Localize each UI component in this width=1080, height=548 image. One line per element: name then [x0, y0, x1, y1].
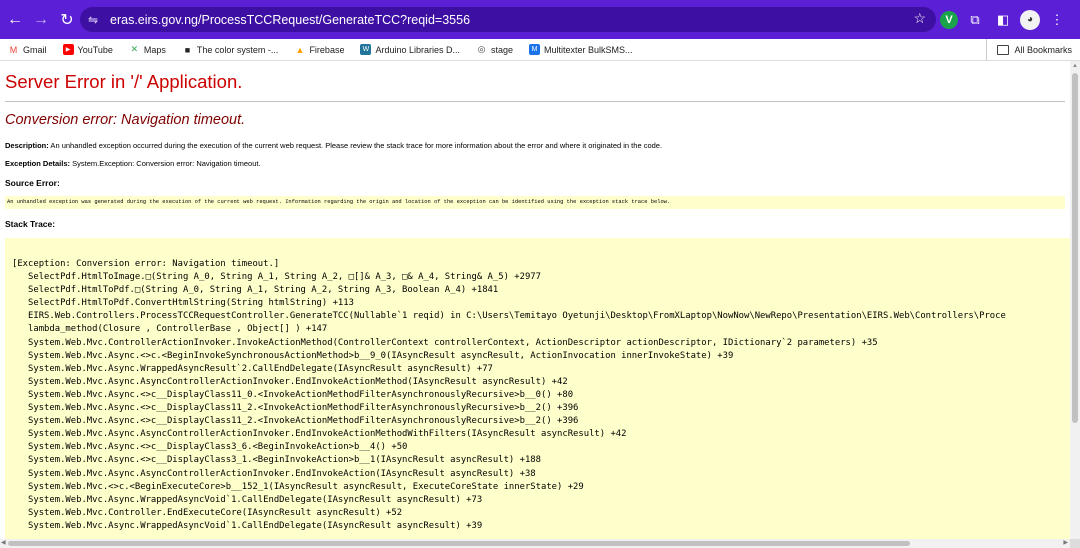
bookmark-label: YouTube — [77, 44, 113, 55]
source-error-text: An unhandled exception was generated dur… — [7, 199, 671, 205]
bookmark-label: Gmail — [23, 44, 47, 55]
folder-icon — [997, 45, 1010, 55]
error-subtitle: Conversion error: Navigation timeout. — [5, 112, 246, 128]
address-bar[interactable]: ⇋ eras.eirs.gov.ng/ProcessTCCRequest/Gen… — [80, 7, 936, 32]
bookmark-arduino[interactable]: W Arduino Libraries D... — [360, 44, 460, 55]
exception-line: Exception Details: System.Exception: Con… — [5, 159, 261, 168]
scroll-right-arrow-icon[interactable]: ▶ — [1063, 539, 1068, 546]
toolbar-actions: V ⧉ ◧ ◕ ⋮ — [940, 0, 1068, 39]
vertical-scrollbar[interactable]: ▲ — [1070, 61, 1080, 539]
exception-label: Exception Details: — [5, 159, 71, 168]
horizontal-scrollbar[interactable]: ◀ ▶ — [0, 539, 1070, 548]
bookmark-label: stage — [491, 44, 514, 55]
stack-trace-heading: Stack Trace: — [5, 219, 56, 229]
stack-line: System.Web.Mvc.Async.<>c.<BeginInvokeSyn… — [12, 350, 734, 361]
stack-line: System.Web.Mvc.Async.<>c__DisplayClass11… — [12, 403, 579, 414]
stack-line: System.Web.Mvc.Async.AsyncControllerActi… — [12, 468, 536, 479]
horizontal-scroll-thumb[interactable] — [8, 541, 910, 546]
youtube-icon: ▶ — [62, 44, 74, 55]
stack-line: System.Web.Mvc.Async.AsyncControllerActi… — [12, 429, 627, 440]
stack-line: EIRS.Web.Controllers.ProcessTCCRequestCo… — [12, 311, 1006, 322]
extensions-puzzle-icon[interactable]: ⧉ — [964, 9, 986, 31]
bookmark-firebase[interactable]: ▲ Firebase — [294, 44, 344, 55]
bookmark-label: Multitexter BulkSMS... — [544, 44, 633, 55]
source-error-heading: Source Error: — [5, 178, 60, 188]
document-icon: ■ — [184, 44, 191, 55]
stack-line: System.Web.Mvc.Controller.EndExecuteCore… — [12, 507, 403, 518]
wordpress-icon: W — [360, 44, 372, 55]
bookmark-label: Firebase — [309, 44, 345, 55]
extension-v-icon[interactable]: V — [940, 10, 958, 29]
stack-line: SelectPdf.HtmlToImage.□(String A_0, Stri… — [12, 272, 541, 283]
reload-icon[interactable]: ↻ — [54, 7, 80, 33]
stack-line: System.Web.Mvc.Async.<>c__DisplayClass3_… — [12, 442, 408, 453]
bookmark-label: The color system -... — [196, 44, 279, 55]
globe-icon: ◎ — [477, 44, 486, 54]
firebase-icon: ▲ — [295, 44, 305, 55]
stack-line: SelectPdf.HtmlToPdf.ConvertHtmlString(St… — [12, 298, 354, 309]
all-bookmarks-button[interactable]: All Bookmarks — [986, 39, 1072, 61]
stack-line: System.Web.Mvc.Async.AsyncControllerActi… — [12, 376, 568, 387]
stack-line: System.Web.Mvc.<>c.<BeginExecuteCore>b__… — [12, 481, 584, 492]
side-panel-icon[interactable]: ◧ — [992, 9, 1014, 31]
stack-line: System.Web.Mvc.Async.WrappedAsyncVoid`1.… — [12, 494, 483, 505]
stack-line: System.Web.Mvc.Async.<>c__DisplayClass11… — [12, 389, 574, 400]
maps-icon: ✕ — [130, 44, 139, 54]
scroll-up-arrow-icon[interactable]: ▲ — [1072, 63, 1078, 69]
bookmark-star-icon[interactable]: ☆ — [913, 10, 926, 27]
forward-arrow-icon[interactable]: → — [28, 7, 54, 33]
page-content: Server Error in '/' Application. Convers… — [0, 61, 1070, 539]
stack-trace-box: [Exception: Conversion error: Navigation… — [5, 238, 1070, 539]
stack-line: System.Web.Mvc.Async.WrappedAsyncVoid`1.… — [12, 520, 483, 531]
divider — [5, 101, 1065, 102]
back-arrow-icon[interactable]: ← — [2, 7, 28, 33]
vertical-scroll-thumb[interactable] — [1072, 73, 1078, 423]
stack-line: System.Web.Mvc.Async.<>c__DisplayClass3_… — [12, 455, 541, 466]
stack-line: lambda_method(Closure , ControllerBase ,… — [12, 324, 328, 335]
scroll-left-arrow-icon[interactable]: ◀ — [1, 539, 6, 546]
description-line: Description: An unhandled exception occu… — [5, 141, 662, 150]
all-bookmarks-label: All Bookmarks — [1014, 45, 1072, 55]
stack-line: [Exception: Conversion error: Navigation… — [12, 259, 280, 269]
bookmark-label: Arduino Libraries D... — [375, 44, 460, 55]
stack-line: System.Web.Mvc.ControllerActionInvoker.I… — [12, 337, 878, 348]
page-title: Server Error in '/' Application. — [5, 71, 243, 92]
bookmark-youtube[interactable]: ▶ YouTube — [62, 44, 113, 55]
bookmark-stage[interactable]: ◎ stage — [476, 44, 513, 55]
bookmark-label: Maps — [143, 44, 166, 55]
bookmark-color-system[interactable]: ■ The color system -... — [182, 44, 279, 55]
stack-trace-text: [Exception: Conversion error: Navigation… — [12, 258, 1006, 533]
url-text[interactable]: eras.eirs.gov.ng/ProcessTCCRequest/Gener… — [110, 13, 470, 27]
bookmark-gmail[interactable]: M Gmail — [8, 44, 47, 55]
source-error-box: An unhandled exception was generated dur… — [5, 196, 1065, 209]
stack-line: System.Web.Mvc.Async.WrappedAsyncResult`… — [12, 363, 493, 374]
description-text: An unhandled exception occurred during t… — [48, 141, 663, 150]
description-label: Description: — [5, 141, 49, 150]
scrollbar-corner — [1070, 539, 1080, 548]
bookmark-multitexter[interactable]: M Multitexter BulkSMS... — [529, 44, 633, 55]
profile-avatar-icon[interactable]: ◕ — [1020, 9, 1040, 30]
browser-menu-icon[interactable]: ⋮ — [1046, 9, 1068, 31]
multitexter-icon: M — [529, 44, 541, 55]
stack-line: SelectPdf.HtmlToPdf.□(String A_0, String… — [12, 285, 499, 296]
exception-text: System.Exception: Conversion error: Navi… — [70, 159, 261, 168]
stack-line: System.Web.Mvc.Async.<>c__DisplayClass11… — [12, 416, 579, 427]
gmail-icon: M — [9, 44, 18, 55]
bookmarks-bar: M Gmail ▶ YouTube ✕ Maps ■ The color system … — [0, 39, 1080, 61]
site-info-icon[interactable]: ⇋ — [88, 13, 110, 27]
browser-toolbar: ← → ↻ ⇋ eras.eirs.gov.ng/ProcessTCCReque… — [0, 0, 1080, 39]
bookmark-maps[interactable]: ✕ Maps — [129, 44, 166, 55]
